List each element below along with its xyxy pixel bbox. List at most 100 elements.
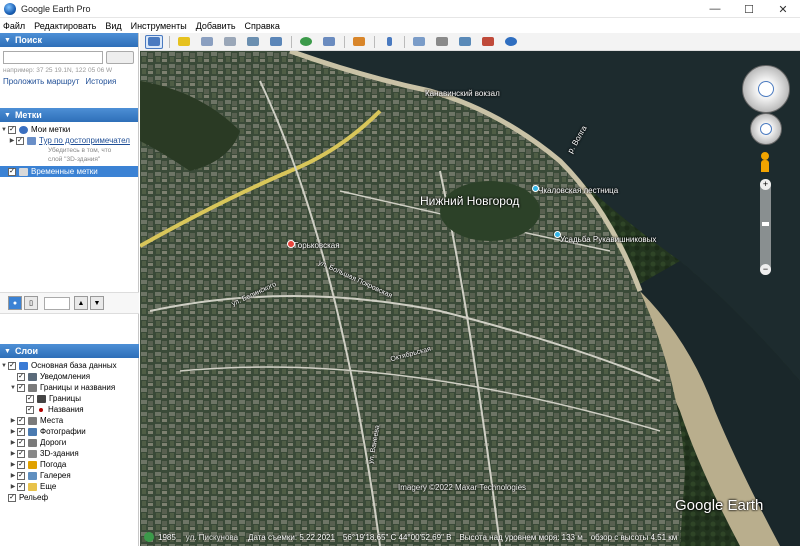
- layer-item[interactable]: ✓ Границы: [0, 393, 139, 404]
- overlay-icon[interactable]: [244, 35, 262, 49]
- checkbox[interactable]: ✓: [8, 493, 16, 502]
- map-label-station[interactable]: Канавинский вокзал: [425, 89, 500, 98]
- menu-file[interactable]: Файл: [3, 21, 25, 31]
- map-label-stairs[interactable]: Чкаловская лестница: [538, 186, 618, 195]
- poi-marker-icon[interactable]: [532, 185, 539, 192]
- checkbox[interactable]: ✓: [8, 167, 16, 176]
- move-control[interactable]: [750, 113, 782, 145]
- map-view[interactable]: Канавинский вокзал Нижний Новгород Чкало…: [140, 51, 800, 546]
- checkbox[interactable]: ✓: [8, 125, 16, 134]
- minimize-button[interactable]: —: [698, 0, 732, 18]
- expand-icon[interactable]: ▶: [9, 483, 17, 490]
- collapse-triangle-icon[interactable]: ▼: [4, 37, 11, 44]
- checkbox[interactable]: ✓: [16, 136, 24, 145]
- tour-record-icon[interactable]: [267, 35, 285, 49]
- ruler-icon[interactable]: [380, 35, 398, 49]
- maps-icon[interactable]: [479, 35, 497, 49]
- checkbox[interactable]: ✓: [17, 427, 25, 436]
- move-joystick-icon[interactable]: [760, 123, 772, 135]
- layer-item[interactable]: ✓ Уведомления: [0, 371, 139, 382]
- search-input[interactable]: [3, 51, 103, 64]
- menu-tools[interactable]: Инструменты: [131, 21, 187, 31]
- maximize-button[interactable]: ☐: [732, 0, 766, 18]
- tour-item[interactable]: ▶ ✓ Тур по достопримечател: [0, 135, 138, 146]
- checkbox[interactable]: ✓: [17, 482, 25, 491]
- map-label-city[interactable]: Нижний Новгород: [420, 194, 519, 208]
- layer-item[interactable]: ▼ ✓ Основная база данных: [0, 360, 139, 371]
- layer-item[interactable]: ▶ ✓ Фотографии: [0, 426, 139, 437]
- polygon-icon[interactable]: [198, 35, 216, 49]
- checkbox[interactable]: ✓: [17, 416, 25, 425]
- checkbox[interactable]: ✓: [17, 383, 25, 392]
- path-icon[interactable]: [221, 35, 239, 49]
- menu-view[interactable]: Вид: [105, 21, 121, 31]
- temporary-places-item[interactable]: ✓ Временные метки: [0, 166, 138, 177]
- layer-item[interactable]: ▶ ✓ Галерея: [0, 470, 139, 481]
- my-places-item[interactable]: ▼ ✓ Мои метки: [0, 124, 138, 135]
- get-directions-link[interactable]: Проложить маршрут: [3, 77, 79, 86]
- menu-edit[interactable]: Редактировать: [34, 21, 96, 31]
- move-down-icon[interactable]: ▼: [90, 296, 104, 310]
- planets-icon[interactable]: [350, 35, 368, 49]
- layer-item[interactable]: ✓ Названия: [0, 404, 139, 415]
- sunlight-icon[interactable]: [320, 35, 338, 49]
- layer-item[interactable]: ✓ Рельеф: [0, 492, 139, 503]
- expand-icon[interactable]: ▼: [0, 363, 8, 369]
- layer-item[interactable]: ▶ ✓ Дороги: [0, 437, 139, 448]
- placemark-icon[interactable]: [175, 35, 193, 49]
- layer-item[interactable]: ▶ ✓ Еще: [0, 481, 139, 492]
- places-filter-input[interactable]: [44, 296, 70, 310]
- poi-marker-icon[interactable]: [554, 231, 561, 238]
- checkbox[interactable]: ✓: [17, 471, 25, 480]
- history-link[interactable]: История: [85, 77, 116, 86]
- menu-add[interactable]: Добавить: [196, 21, 236, 31]
- layer-item[interactable]: ▶ ✓ Погода: [0, 459, 139, 470]
- sidebar-toggle-icon[interactable]: [145, 34, 163, 49]
- expand-icon[interactable]: ▶: [8, 137, 16, 144]
- collapse-triangle-icon[interactable]: ▼: [4, 348, 11, 355]
- metro-marker-icon[interactable]: [287, 240, 295, 248]
- earth-gallery-icon[interactable]: [502, 35, 520, 49]
- checkbox[interactable]: ✓: [17, 372, 25, 381]
- layer-item[interactable]: ▶ ✓ Места: [0, 415, 139, 426]
- checkbox[interactable]: ✓: [8, 361, 16, 370]
- look-joystick-icon[interactable]: [758, 81, 774, 97]
- close-button[interactable]: ✕: [766, 0, 800, 18]
- layer-item[interactable]: ▶ ✓ 3D-здания: [0, 448, 139, 459]
- zoom-slider-handle[interactable]: [762, 222, 769, 226]
- layers-panel-header[interactable]: ▼ Слои: [0, 344, 139, 358]
- panel-toggle-icon[interactable]: ▯: [24, 296, 38, 310]
- expand-icon[interactable]: ▼: [0, 127, 8, 133]
- checkbox[interactable]: ✓: [26, 405, 34, 414]
- tour-link[interactable]: Тур по достопримечател: [39, 136, 130, 145]
- expand-icon[interactable]: ▼: [9, 385, 17, 391]
- expand-icon[interactable]: ▶: [9, 472, 17, 479]
- layer-item[interactable]: ▼ ✓ Границы и названия: [0, 382, 139, 393]
- map-label-metro[interactable]: Горьковская: [294, 241, 340, 250]
- checkbox[interactable]: ✓: [17, 449, 25, 458]
- places-panel-header[interactable]: ▼ Метки: [0, 108, 138, 122]
- historical-imagery-icon[interactable]: [297, 35, 315, 49]
- zoom-out-icon[interactable]: −: [760, 264, 771, 275]
- expand-icon[interactable]: ▶: [9, 417, 17, 424]
- map-label-estate[interactable]: Усадьба Рукавишниковых: [560, 235, 656, 244]
- checkbox[interactable]: ✓: [17, 460, 25, 469]
- zoom-slider[interactable]: + −: [760, 179, 771, 275]
- expand-icon[interactable]: ▶: [9, 450, 17, 457]
- menu-help[interactable]: Справка: [245, 21, 280, 31]
- print-icon[interactable]: [433, 35, 451, 49]
- expand-icon[interactable]: ▶: [9, 439, 17, 446]
- checkbox[interactable]: ✓: [26, 394, 34, 403]
- search-button[interactable]: [106, 51, 134, 64]
- historical-imagery-icon[interactable]: [144, 532, 154, 542]
- move-up-icon[interactable]: ▲: [74, 296, 88, 310]
- zoom-in-icon[interactable]: +: [760, 179, 771, 190]
- street-view-pegman-icon[interactable]: [761, 152, 769, 172]
- expand-icon[interactable]: ▶: [9, 461, 17, 468]
- compass-look-control[interactable]: [742, 65, 790, 113]
- search-panel-header[interactable]: ▼ Поиск: [0, 33, 138, 47]
- collapse-triangle-icon[interactable]: ▼: [4, 112, 11, 119]
- checkbox[interactable]: ✓: [17, 438, 25, 447]
- search-places-icon[interactable]: ●: [8, 296, 22, 310]
- email-icon[interactable]: [410, 35, 428, 49]
